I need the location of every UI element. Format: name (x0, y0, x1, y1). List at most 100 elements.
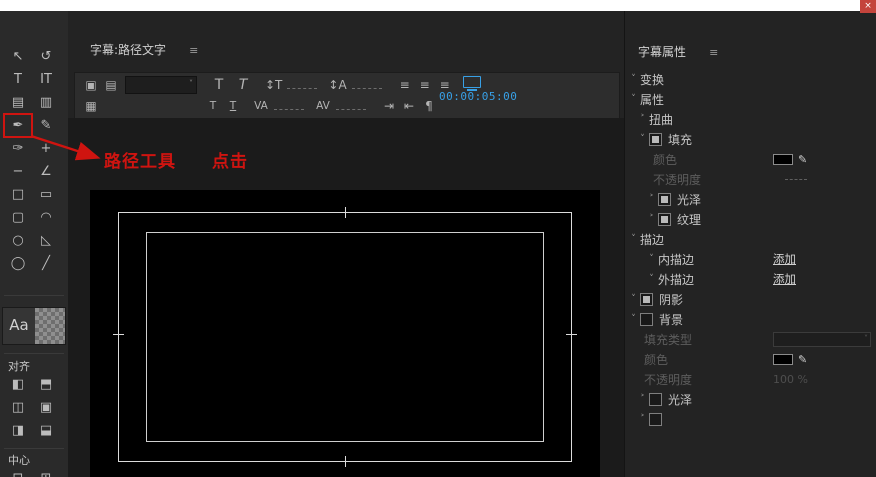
ellipse-tool[interactable]: ◯ (4, 252, 32, 275)
center-tick-left (113, 333, 124, 335)
property-row: ˃ 光泽 (625, 189, 876, 209)
circle-tool[interactable]: ○ (4, 229, 32, 252)
type-tool[interactable]: T (4, 68, 32, 91)
property-label: 颜色 (653, 152, 678, 167)
align-center-button[interactable]: ≡ (417, 78, 433, 92)
property-row: ˅ 内描边 添加 (625, 249, 876, 269)
add-link[interactable]: 添加 (773, 251, 796, 267)
property-row: 颜色 ✎ (625, 149, 876, 169)
align-vertical-top[interactable]: ⬒ (32, 373, 60, 396)
font-preview-label: Aa (9, 316, 29, 334)
value-text: 100 % (773, 372, 808, 386)
font-browser-button[interactable]: Aa (2, 307, 66, 345)
align-vertical-bottom[interactable]: ⬓ (32, 419, 60, 442)
video-preview[interactable] (90, 190, 600, 477)
vertical-type-tool[interactable]: IT (32, 68, 60, 91)
tab-title[interactable]: 字幕:路径文字 (90, 43, 166, 57)
chevron-right-icon[interactable]: ˃ (636, 394, 649, 404)
checkbox[interactable] (649, 412, 662, 426)
area-type-tool[interactable]: ▤ (4, 91, 32, 114)
align-vertical-center[interactable]: ▣ (32, 396, 60, 419)
checkbox[interactable] (640, 292, 653, 306)
add-link[interactable]: 添加 (773, 271, 796, 287)
panel-menu-icon[interactable]: ≡ (189, 44, 198, 57)
kerning-value[interactable] (274, 108, 304, 110)
clipped-corner-tool[interactable]: ▢ (4, 206, 32, 229)
style-list-icon[interactable]: ▤ (103, 78, 119, 92)
checkbox[interactable] (640, 312, 653, 326)
underline-button[interactable]: T (225, 100, 241, 112)
chevron-down-icon[interactable]: ˅ (645, 254, 658, 264)
chevron-right-icon[interactable]: ˃ (645, 194, 658, 204)
font-size-value[interactable] (287, 87, 318, 89)
checkbox[interactable] (649, 132, 662, 146)
rotation-tool[interactable]: ↺ (32, 45, 60, 68)
value-placeholder[interactable] (785, 178, 807, 180)
font-browse-icon[interactable]: ▣ (83, 78, 99, 92)
property-row: ˅ 背景 (625, 309, 876, 329)
italic-button[interactable]: T (233, 77, 253, 93)
pen-tool[interactable]: ✑ (4, 137, 32, 160)
chevron-down-icon[interactable]: ˅ (627, 294, 640, 304)
checkbox[interactable] (658, 192, 671, 206)
rounded-rectangle-tool[interactable]: ▭ (32, 183, 60, 206)
add-anchor-tool[interactable]: + (32, 137, 60, 160)
vertical-area-type-tool[interactable]: ▥ (32, 91, 60, 114)
property-row: 不透明度 100 % (625, 369, 876, 389)
chevron-right-icon[interactable]: ˃ (636, 114, 649, 124)
align-horizontal-right[interactable]: ◨ (4, 419, 32, 442)
transparency-checker (35, 308, 65, 344)
font-family-select[interactable]: ˅ (125, 76, 197, 94)
fill-type-select[interactable]: ˅ (773, 331, 871, 347)
property-row: ˃ (625, 409, 876, 429)
wedge-tool[interactable]: ◺ (32, 229, 60, 252)
timecode-block: 00:00:05:00 (439, 75, 517, 103)
chevron-down-icon[interactable]: ˅ (645, 274, 658, 284)
font-size-icon[interactable]: ↕T (265, 78, 282, 92)
chevron-right-icon[interactable]: ˃ (645, 214, 658, 224)
templates-icon[interactable]: ▦ (83, 99, 99, 113)
property-label: 不透明度 (644, 372, 693, 387)
chevron-down-icon[interactable]: ˅ (627, 74, 640, 84)
arc-tool[interactable]: ◠ (32, 206, 60, 229)
property-label: 光泽 (668, 392, 693, 407)
line-tool[interactable]: ╱ (32, 252, 60, 275)
align-left-button[interactable]: ≡ (397, 78, 413, 92)
center-vertical[interactable]: ⊞ (32, 467, 60, 477)
bold-button[interactable]: T (209, 77, 229, 93)
align-horizontal-center[interactable]: ◫ (4, 396, 32, 419)
show-video-icon[interactable] (463, 76, 481, 91)
insert-tab-icon[interactable]: ⇤ (401, 99, 417, 113)
vertical-path-type-tool[interactable]: ✎ (32, 114, 60, 137)
path-type-tool[interactable]: ✒ (3, 113, 33, 138)
tracking-icon[interactable]: AV (315, 100, 331, 112)
color-swatch[interactable] (773, 353, 793, 365)
convert-anchor-tool[interactable]: ∠ (32, 160, 60, 183)
leading-value[interactable] (351, 87, 382, 89)
chevron-down-icon[interactable]: ˅ (627, 94, 640, 104)
properties-menu-icon[interactable]: ≡ (709, 46, 718, 59)
chevron-down-icon[interactable]: ˅ (636, 134, 649, 144)
center-tick-right (566, 333, 577, 335)
tracking-value[interactable] (336, 108, 366, 110)
tab-stop-icon[interactable]: ⇥ (381, 99, 397, 113)
chevron-down-icon[interactable]: ˅ (627, 234, 640, 244)
color-swatch[interactable] (773, 153, 793, 165)
selection-tool[interactable]: ↖ (4, 45, 32, 68)
checkbox[interactable] (658, 212, 671, 226)
align-horizontal-left[interactable]: ◧ (4, 373, 32, 396)
delete-anchor-tool[interactable]: − (4, 160, 32, 183)
chevron-right-icon[interactable]: ˃ (636, 414, 649, 424)
eyedropper-icon[interactable]: ✎ (798, 153, 807, 166)
leading-icon[interactable]: ↕A (328, 78, 346, 92)
eyedropper-icon[interactable]: ✎ (798, 353, 807, 366)
timecode-display[interactable]: 00:00:05:00 (439, 90, 517, 103)
small-caps-button[interactable]: T (205, 100, 221, 112)
checkbox[interactable] (649, 392, 662, 406)
chevron-down-icon[interactable]: ˅ (627, 314, 640, 324)
kerning-icon[interactable]: VA (253, 100, 269, 112)
paragraph-icon[interactable]: ¶ (421, 99, 437, 113)
close-button[interactable]: × (860, 0, 876, 13)
center-horizontal[interactable]: ⊟ (4, 467, 32, 477)
rectangle-tool[interactable]: □ (4, 183, 32, 206)
